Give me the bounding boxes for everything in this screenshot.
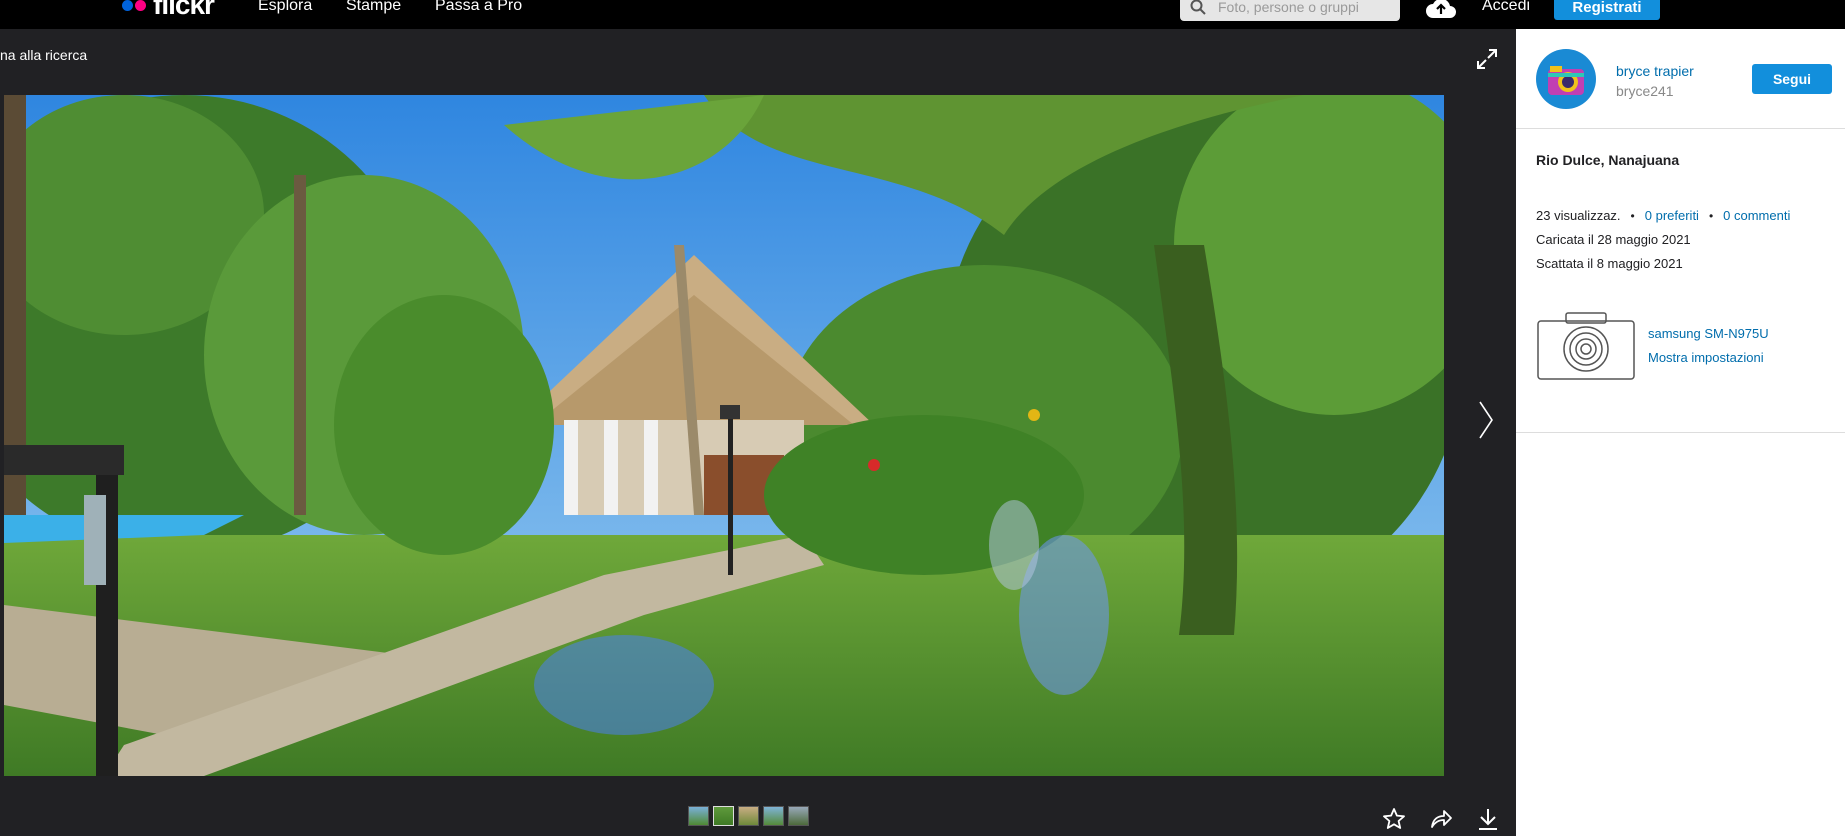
signup-button[interactable]: Registrati	[1554, 0, 1660, 20]
bullet-separator: •	[1708, 208, 1714, 223]
taken-date: Scattata il 8 maggio 2021	[1536, 256, 1683, 271]
thumbnail[interactable]	[788, 806, 809, 826]
favorites-link[interactable]: 0 preferiti	[1645, 208, 1699, 223]
upload-cloud-icon[interactable]	[1425, 0, 1457, 20]
nav-link-passa-a-pro[interactable]: Passa a Pro	[435, 0, 522, 15]
back-to-search-link[interactable]: na alla ricerca	[0, 47, 87, 63]
photo-stats: 23 visualizzaz. • 0 preferiti • 0 commen…	[1536, 208, 1790, 223]
flickr-logo[interactable]: flickr	[122, 0, 215, 20]
follow-button[interactable]: Segui	[1752, 64, 1832, 94]
owner-avatar[interactable]	[1536, 49, 1596, 109]
logo-wordmark: flickr	[153, 0, 215, 20]
logo-blue-dot	[122, 0, 133, 11]
login-link[interactable]: Accedi	[1482, 0, 1530, 15]
search-input[interactable]	[1218, 0, 1388, 17]
search-box[interactable]	[1180, 0, 1400, 21]
camera-icon	[1537, 312, 1635, 380]
nav-link-esplora[interactable]: Esplora	[258, 0, 312, 15]
owner-handle: bryce241	[1616, 83, 1674, 99]
search-icon	[1190, 0, 1206, 15]
favorite-star-icon[interactable]	[1382, 807, 1406, 831]
thumbnail[interactable]	[763, 806, 784, 826]
photo-title: Rio Dulce, Nanajuana	[1536, 152, 1680, 168]
show-settings-link[interactable]: Mostra impostazioni	[1648, 350, 1764, 365]
photo-garden-scene	[4, 95, 1444, 776]
thumbnail-active[interactable]	[713, 806, 734, 826]
fullscreen-icon[interactable]	[1476, 48, 1498, 70]
upload-date: Caricata il 28 maggio 2021	[1536, 232, 1691, 247]
bullet-separator: •	[1630, 208, 1635, 223]
divider	[1516, 128, 1845, 129]
share-icon[interactable]	[1429, 807, 1453, 831]
main-photo[interactable]	[4, 95, 1444, 776]
owner-name-link[interactable]: bryce trapier	[1616, 63, 1694, 79]
thumbnail[interactable]	[688, 806, 709, 826]
comments-link[interactable]: 0 commenti	[1723, 208, 1790, 223]
nav-link-stampe[interactable]: Stampe	[346, 0, 401, 15]
thumbnail[interactable]	[738, 806, 759, 826]
download-icon[interactable]	[1476, 807, 1500, 831]
views-count: 23 visualizzaz.	[1536, 208, 1621, 223]
top-navigation-bar: flickr Esplora Stampe Passa a Pro Accedi…	[0, 0, 1845, 29]
photo-info-panel: bryce trapier bryce241 Segui Rio Dulce, …	[1516, 29, 1845, 836]
camera-model-link[interactable]: samsung SM-N975U	[1648, 326, 1769, 341]
logo-pink-dot	[135, 0, 146, 11]
divider	[1516, 432, 1845, 433]
camera-avatar-icon	[1548, 66, 1584, 95]
next-photo-icon[interactable]	[1478, 400, 1494, 440]
thumbnail-strip	[688, 806, 809, 826]
